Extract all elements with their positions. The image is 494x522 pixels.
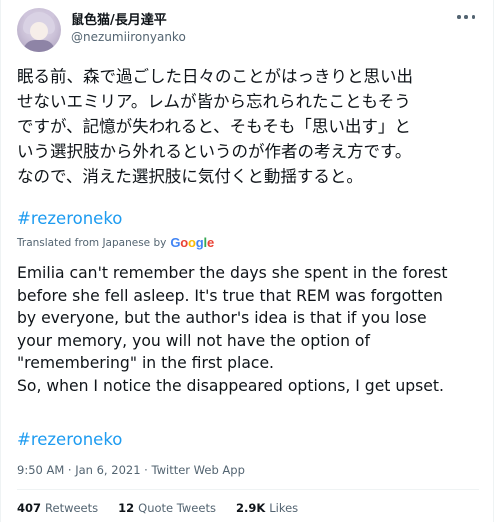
more-dot bbox=[471, 15, 475, 19]
avatar[interactable] bbox=[17, 8, 61, 52]
more-dot bbox=[464, 15, 468, 19]
tweet-original-text: 眠る前、森で過ごした日々のことがはっきりと思い出 せないエミリア。レムが皆から忘… bbox=[17, 67, 413, 186]
quotes-count: 12 bbox=[118, 501, 135, 515]
avatar-face bbox=[30, 22, 48, 40]
more-dot bbox=[457, 15, 461, 19]
quotes-label: Quote Tweets bbox=[138, 501, 216, 515]
author-names[interactable]: 鼠色猫/長月達平 @nezumiironyanko bbox=[71, 12, 186, 46]
retweets-label: Retweets bbox=[45, 501, 99, 515]
hashtag-link-translation[interactable]: #rezeroneko bbox=[17, 429, 122, 451]
likes-label: Likes bbox=[269, 501, 299, 515]
avatar-body bbox=[23, 40, 55, 52]
likes-count: 2.9K bbox=[235, 501, 266, 515]
tweet-translation-text: Emilia can't remember the days she spent… bbox=[17, 264, 448, 395]
hashtag-link-original[interactable]: #rezeroneko bbox=[17, 208, 122, 230]
divider bbox=[17, 489, 479, 490]
likes-stat[interactable]: 2.9K Likes bbox=[236, 500, 298, 516]
tweet-timestamp-source[interactable]: 9:50 AM · Jan 6, 2021 · Twitter Web App bbox=[17, 462, 245, 478]
quote-tweets-stat[interactable]: 12 Quote Tweets bbox=[118, 500, 216, 516]
translated-from-label: Translated from Japanese by bbox=[17, 237, 167, 249]
display-name[interactable]: 鼠色猫/長月達平 bbox=[71, 12, 186, 29]
tweet-header: 鼠色猫/長月達平 @nezumiironyanko bbox=[17, 8, 479, 52]
user-handle[interactable]: @nezumiironyanko bbox=[71, 29, 186, 46]
translation-attribution: Translated from Japanese by Google bbox=[17, 236, 214, 250]
engagement-stats: 407 Retweets 12 Quote Tweets 2.9K Likes bbox=[17, 500, 298, 516]
more-options-icon[interactable] bbox=[457, 12, 475, 22]
google-logo-icon[interactable]: Google bbox=[170, 236, 214, 250]
retweets-count: 407 bbox=[17, 501, 42, 515]
retweets-stat[interactable]: 407 Retweets bbox=[17, 500, 98, 516]
tweet-card: 鼠色猫/長月達平 @nezumiironyanko 眠る前、森で過ごした日々のこ… bbox=[0, 0, 494, 522]
